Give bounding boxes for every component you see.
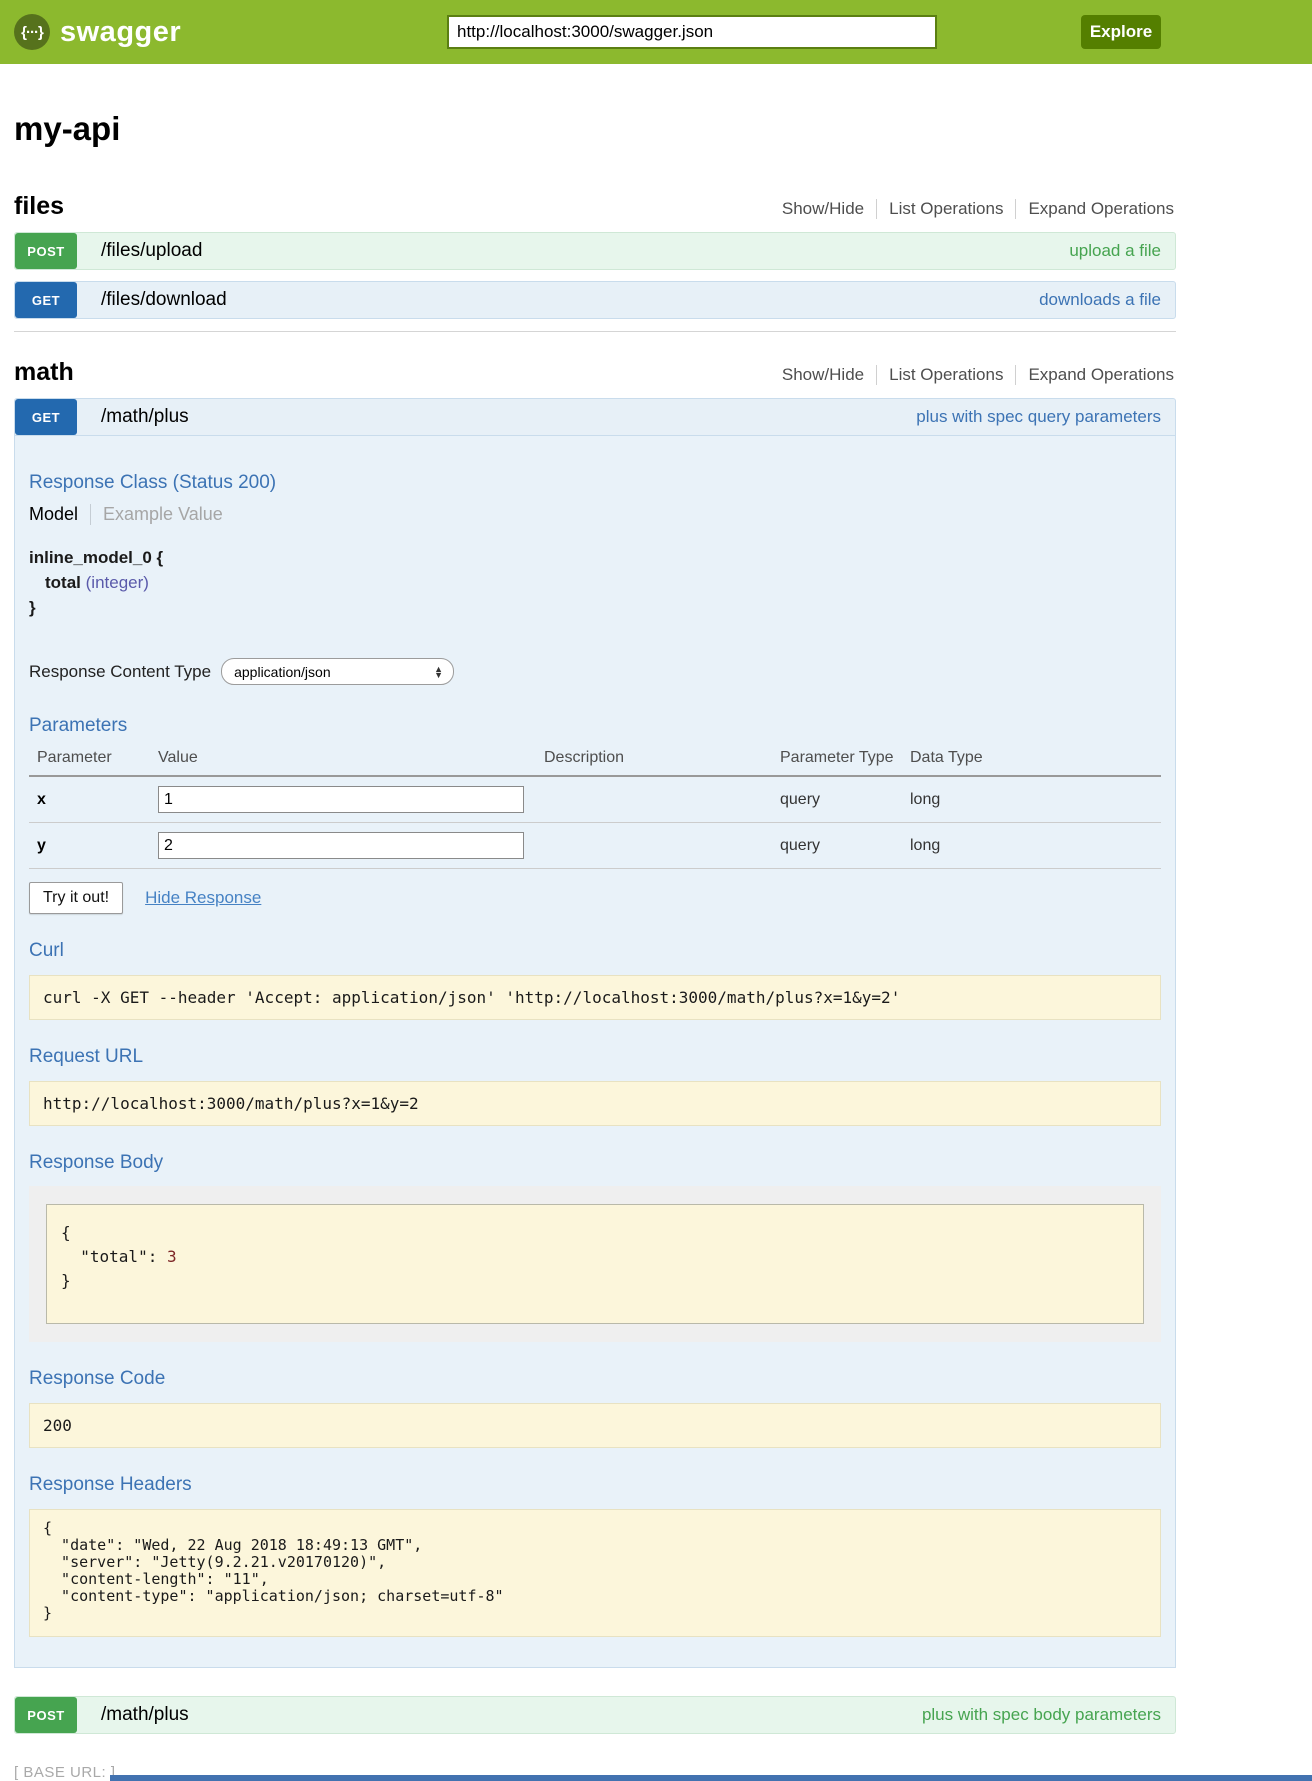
param-data-type: long (906, 776, 1161, 823)
request-url-heading: Request URL (29, 1046, 1161, 1068)
response-headers-heading: Response Headers (29, 1474, 1161, 1496)
operation-content-panel: Response Class (Status 200) Model Exampl… (14, 436, 1176, 1668)
operation-summary-link[interactable]: downloads a file (1039, 290, 1175, 310)
operation-summary-link[interactable]: plus with spec body parameters (922, 1705, 1175, 1725)
param-type: query (776, 823, 906, 869)
header-bar: {···} swagger Explore (0, 0, 1312, 64)
response-content-type-selected: application/json (234, 664, 331, 680)
column-header-value: Value (154, 745, 540, 776)
json-total-line: "total": 3 (61, 1245, 1129, 1269)
response-code-heading: Response Code (29, 1368, 1161, 1390)
param-type: query (776, 776, 906, 823)
model-property-type: (integer) (86, 573, 149, 592)
swagger-logo-text: swagger (60, 16, 181, 49)
table-row: x query long (29, 776, 1161, 823)
column-header-description: Description (540, 745, 776, 776)
tab-model[interactable]: Model (29, 504, 90, 525)
get-method-badge: GET (15, 282, 77, 318)
response-headers-box: { "date": "Wed, 22 Aug 2018 18:49:13 GMT… (29, 1509, 1161, 1637)
param-description (540, 823, 776, 869)
math-section-controls: Show/Hide List Operations Expand Operati… (770, 365, 1176, 385)
param-name-x: x (29, 776, 154, 823)
spec-url-input[interactable] (447, 15, 937, 49)
files-section-header: files Show/Hide List Operations Expand O… (14, 192, 1176, 221)
tab-example-value[interactable]: Example Value (90, 504, 223, 525)
column-header-data-type: Data Type (906, 745, 1161, 776)
response-class-heading: Response Class (Status 200) (29, 472, 1161, 494)
model-property-name: total (45, 573, 81, 592)
main-container: my-api files Show/Hide List Operations E… (14, 110, 1176, 1781)
list-operations-link[interactable]: List Operations (876, 199, 1015, 219)
get-method-badge: GET (15, 399, 77, 435)
model-tabs: Model Example Value (29, 504, 1161, 525)
column-header-parameter-type: Parameter Type (776, 745, 906, 776)
operation-row-get-math-plus[interactable]: GET /math/plus plus with spec query para… (14, 398, 1176, 436)
param-y-input[interactable] (158, 832, 524, 859)
swagger-ui-page: {···} swagger Explore my-api files Show/… (0, 0, 1312, 1781)
param-description (540, 776, 776, 823)
files-section-title: files (14, 192, 64, 221)
response-body-json: { "total": 3 } (46, 1204, 1144, 1324)
parameters-heading: Parameters (29, 715, 1161, 737)
column-header-parameter: Parameter (29, 745, 154, 776)
parameters-table: Parameter Value Description Parameter Ty… (29, 745, 1161, 869)
operation-row-post-files-upload[interactable]: POST /files/upload upload a file (14, 232, 1176, 270)
response-content-type-label: Response Content Type (29, 662, 211, 682)
operation-path-link[interactable]: /math/plus (101, 406, 189, 428)
json-number-value: 3 (167, 1247, 177, 1266)
operation-summary-link[interactable]: plus with spec query parameters (916, 407, 1175, 427)
operation-path-link[interactable]: /files/download (101, 289, 227, 311)
response-content-type-row: Response Content Type application/json ▲… (29, 658, 1161, 685)
request-url-box: http://localhost:3000/math/plus?x=1&y=2 (29, 1081, 1161, 1126)
table-row: y query long (29, 823, 1161, 869)
response-code-box: 200 (29, 1403, 1161, 1448)
json-key: "total": (61, 1247, 167, 1266)
model-signature: inline_model_0 { total (integer) } (29, 545, 1161, 620)
select-arrows-icon: ▲▼ (434, 666, 443, 678)
param-x-input[interactable] (158, 786, 524, 813)
bottom-scrollbar[interactable] (110, 1775, 1312, 1781)
section-divider (14, 331, 1176, 332)
model-open-line: inline_model_0 { (29, 545, 1161, 570)
show-hide-link[interactable]: Show/Hide (770, 365, 876, 385)
files-section-controls: Show/Hide List Operations Expand Operati… (770, 199, 1176, 219)
swagger-logo-icon: {···} (14, 14, 50, 50)
model-property-line: total (integer) (29, 570, 1161, 595)
json-close-brace: } (61, 1269, 1129, 1293)
hide-response-link[interactable]: Hide Response (145, 888, 261, 908)
try-it-out-row: Try it out! Hide Response (29, 882, 1161, 914)
list-operations-link[interactable]: List Operations (876, 365, 1015, 385)
swagger-logo: {···} swagger (14, 14, 181, 50)
expand-operations-link[interactable]: Expand Operations (1015, 199, 1176, 219)
parameters-table-header-row: Parameter Value Description Parameter Ty… (29, 745, 1161, 776)
operation-summary-link[interactable]: upload a file (1069, 241, 1175, 261)
operation-row-get-files-download[interactable]: GET /files/download downloads a file (14, 281, 1176, 319)
response-body-container: { "total": 3 } (29, 1186, 1161, 1342)
operation-path-link[interactable]: /files/upload (101, 240, 202, 262)
param-name-y: y (29, 823, 154, 869)
curl-command-box: curl -X GET --header 'Accept: applicatio… (29, 975, 1161, 1020)
operation-path-link[interactable]: /math/plus (101, 1704, 189, 1726)
api-title: my-api (14, 110, 1176, 148)
model-close-line: } (29, 595, 1161, 620)
post-method-badge: POST (15, 233, 77, 269)
explore-button[interactable]: Explore (1081, 15, 1161, 49)
curl-heading: Curl (29, 940, 1161, 962)
expand-operations-link[interactable]: Expand Operations (1015, 365, 1176, 385)
response-content-type-select[interactable]: application/json ▲▼ (221, 658, 454, 685)
show-hide-link[interactable]: Show/Hide (770, 199, 876, 219)
math-section-title: math (14, 358, 74, 387)
response-body-heading: Response Body (29, 1152, 1161, 1174)
try-it-out-button[interactable]: Try it out! (29, 882, 123, 914)
operation-row-post-math-plus[interactable]: POST /math/plus plus with spec body para… (14, 1696, 1176, 1734)
json-open-brace: { (61, 1221, 1129, 1245)
math-section-header: math Show/Hide List Operations Expand Op… (14, 358, 1176, 387)
param-data-type: long (906, 823, 1161, 869)
